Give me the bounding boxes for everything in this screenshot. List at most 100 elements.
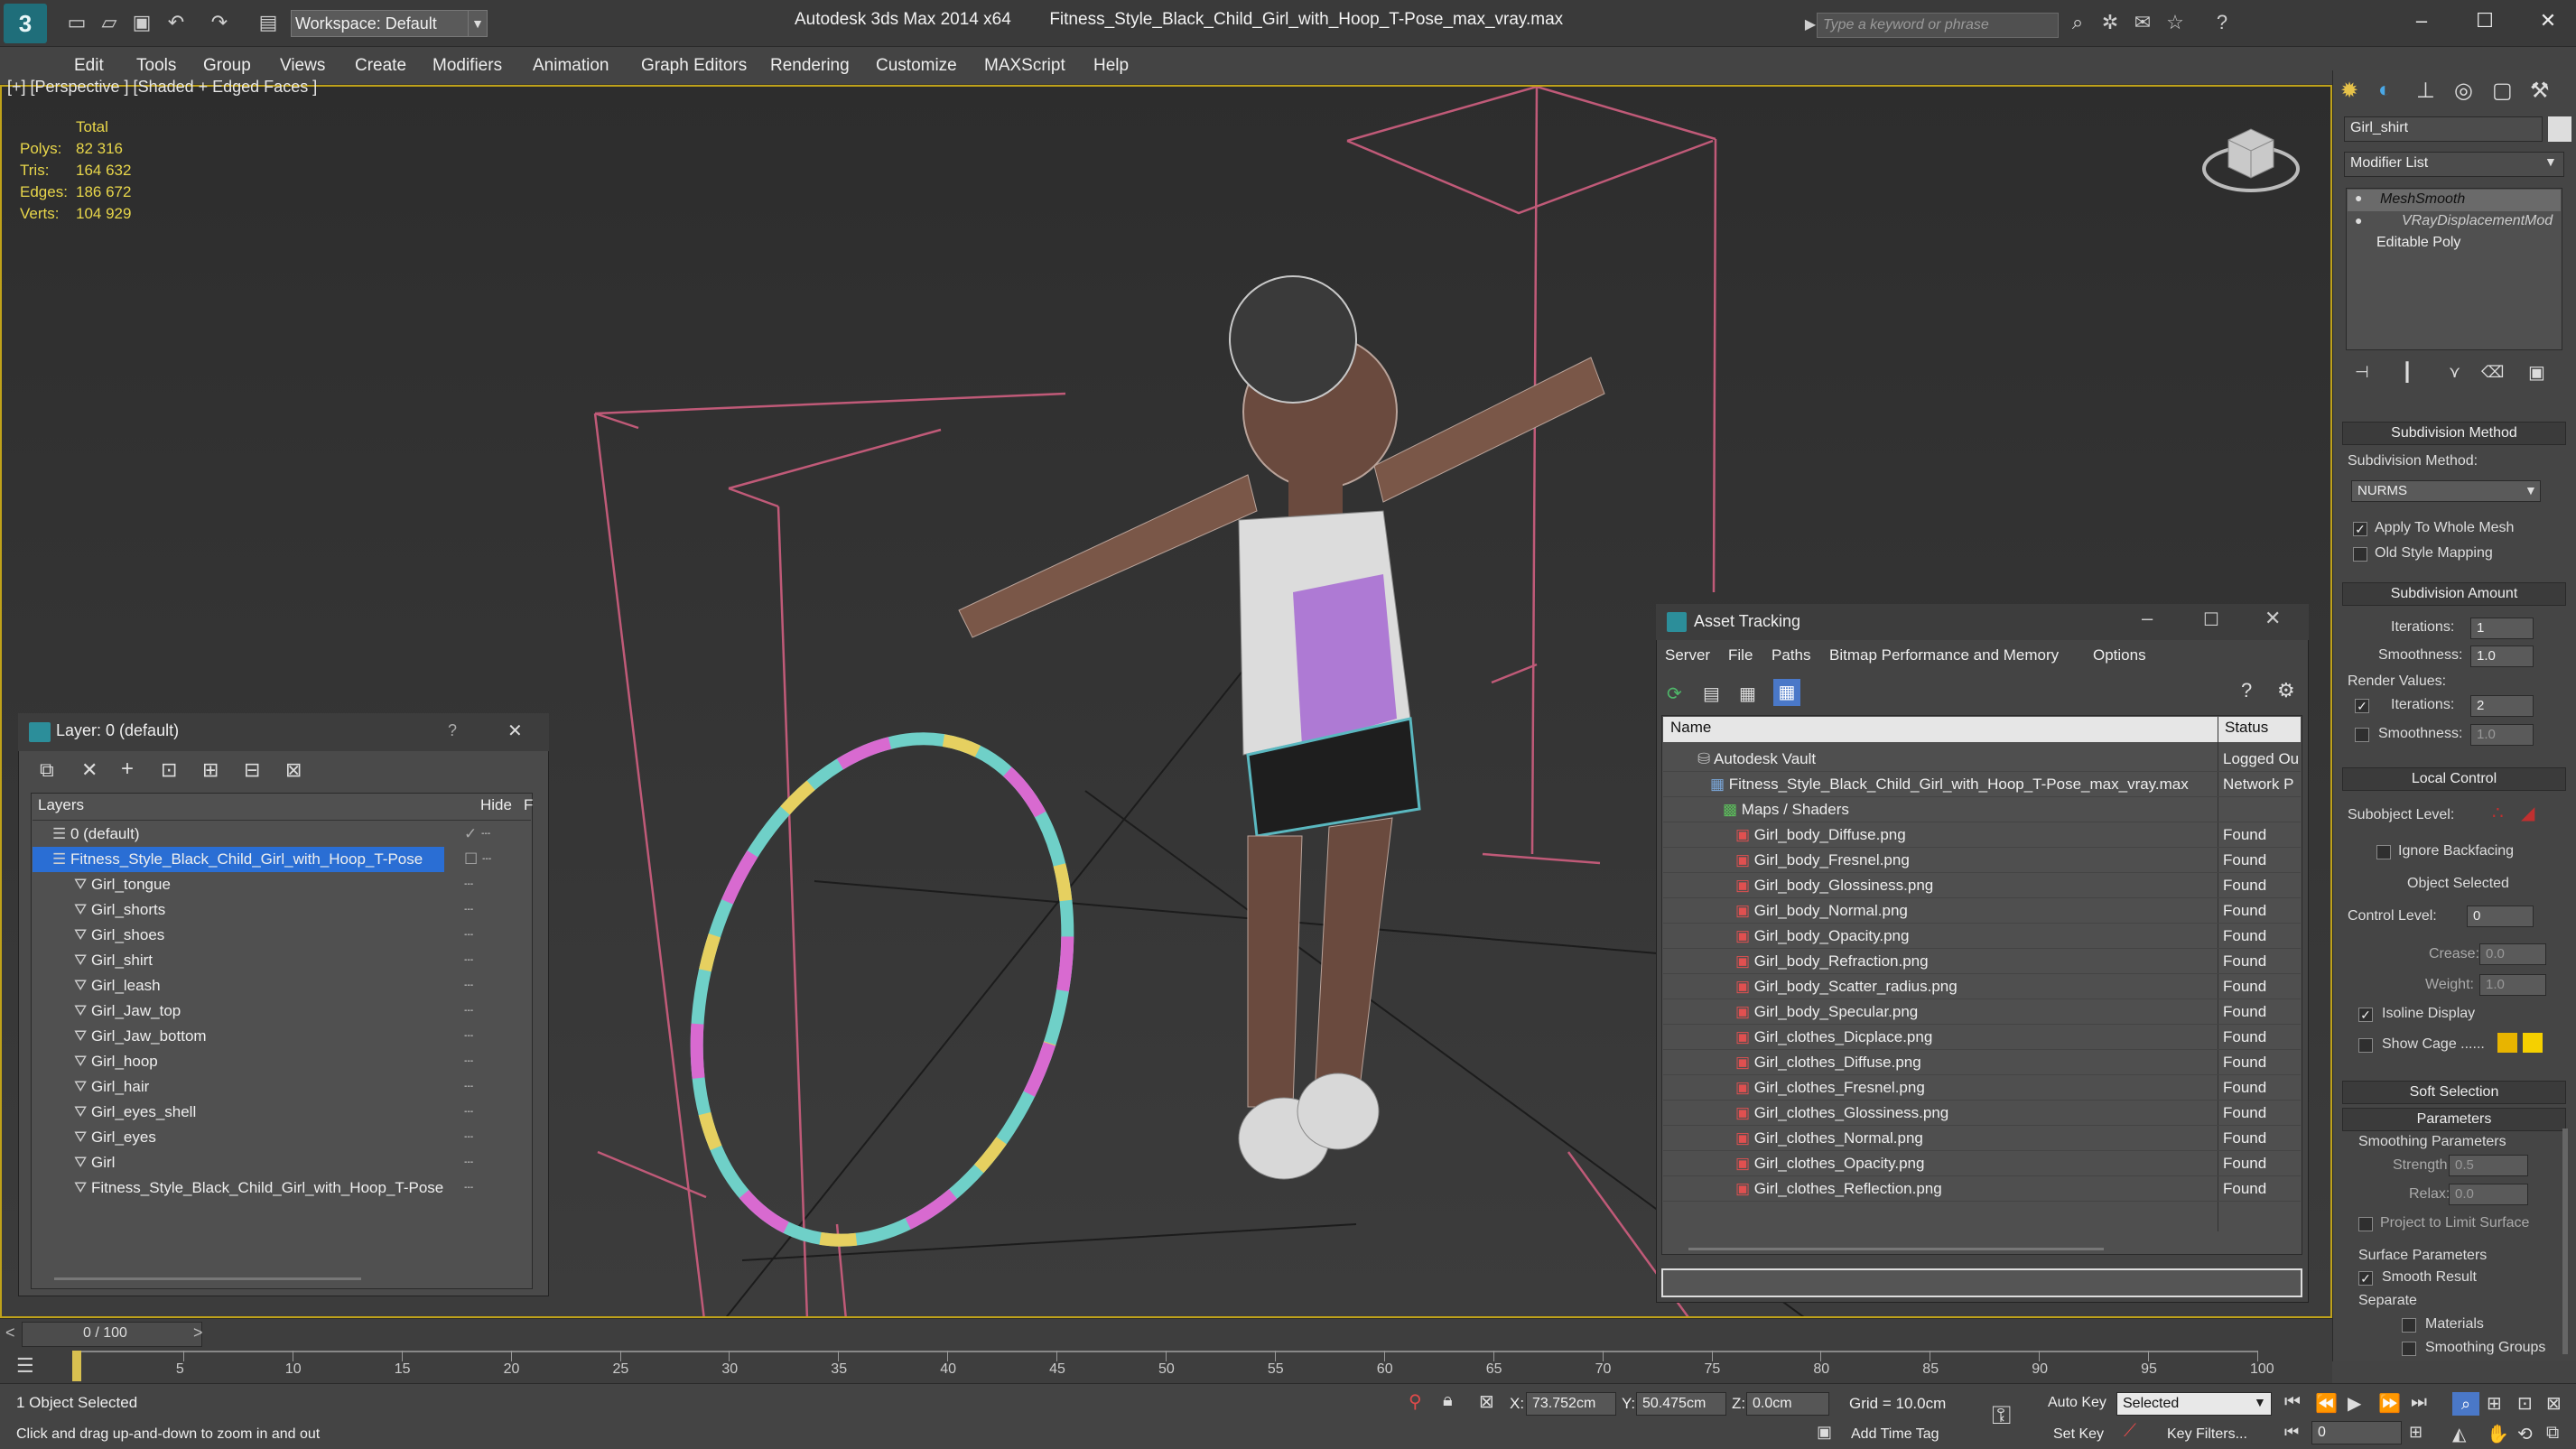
- asset-row[interactable]: ▣ Girl_body_Specular.png Found: [1663, 999, 2301, 1025]
- asset-menu-paths[interactable]: Paths: [1772, 646, 1810, 664]
- next-frame-icon[interactable]: ⏩: [2378, 1392, 2401, 1415]
- stack-item-editable-poly[interactable]: Editable Poly: [2376, 235, 2460, 251]
- add-time-tag-button[interactable]: Add Time Tag: [1851, 1426, 1939, 1443]
- display-tab-icon[interactable]: ▢: [2492, 78, 2513, 104]
- asset-menu-bitmap[interactable]: Bitmap Performance and Memory: [1829, 646, 2059, 664]
- set-key-button[interactable]: Set Key: [2053, 1426, 2104, 1443]
- chevron-down-icon[interactable]: ▼: [468, 10, 488, 37]
- asset-row[interactable]: ⛁ Autodesk Vault Logged Ou: [1663, 747, 2301, 772]
- key-mode-dropdown[interactable]: Selected: [2116, 1392, 2272, 1416]
- project-limit-surface-checkbox[interactable]: [2358, 1217, 2373, 1231]
- smooth-result-checkbox[interactable]: ✓: [2358, 1271, 2373, 1286]
- grid-view-icon[interactable]: ▦: [1773, 679, 1800, 706]
- layer-row[interactable]: ⛛ Girl_shoes ┄: [33, 923, 531, 948]
- set-key-icon[interactable]: ⟋: [2124, 1421, 2136, 1442]
- freeze-column-header[interactable]: F: [524, 796, 533, 814]
- viewport-label[interactable]: [+] [Perspective ] [Shaded + Edged Faces…: [7, 78, 317, 97]
- asset-row[interactable]: ▣ Girl_body_Diffuse.png Found: [1663, 822, 2301, 848]
- lock-selection-icon[interactable]: 🔒︎: [1443, 1390, 1453, 1411]
- workspace-dropdown[interactable]: Workspace: Default: [291, 10, 471, 37]
- add-to-layer-icon[interactable]: +: [121, 757, 134, 782]
- show-cage-checkbox[interactable]: [2358, 1038, 2373, 1053]
- asset-menu-file[interactable]: File: [1728, 646, 1753, 664]
- list-view-icon[interactable]: ▤: [1703, 683, 1720, 705]
- layers-column-header[interactable]: Layers: [38, 796, 84, 814]
- menu-help[interactable]: Help: [1093, 47, 1129, 85]
- asset-row[interactable]: ▣ Girl_body_Scatter_radius.png Found: [1663, 974, 2301, 999]
- asset-row[interactable]: ▣ Girl_clothes_Glossiness.png Found: [1663, 1101, 2301, 1126]
- menu-maxscript[interactable]: MAXScript: [984, 47, 1065, 85]
- iterations-spinner[interactable]: 1: [2470, 618, 2534, 639]
- time-slider-prev-icon[interactable]: <: [5, 1324, 15, 1342]
- asset-row[interactable]: ▣ Girl_clothes_Reflection.png Found: [1663, 1176, 2301, 1202]
- asset-row[interactable]: ▣ Girl_clothes_Opacity.png Found: [1663, 1151, 2301, 1176]
- asset-row[interactable]: ▣ Girl_clothes_Dicplace.png Found: [1663, 1025, 2301, 1050]
- goto-end-icon[interactable]: ⏭: [2411, 1392, 2427, 1413]
- rollout-local-control[interactable]: Local Control: [2342, 767, 2566, 791]
- asset-scrollbar[interactable]: [1688, 1248, 2104, 1250]
- show-end-result-icon[interactable]: ┃: [2402, 361, 2413, 384]
- asset-minimize-icon[interactable]: –: [2142, 607, 2153, 630]
- asset-row[interactable]: ▩ Maps / Shaders: [1663, 797, 2301, 822]
- x-coordinate-field[interactable]: 73.752cm: [1526, 1392, 1616, 1416]
- asset-row[interactable]: ▣ Girl_body_Fresnel.png Found: [1663, 848, 2301, 873]
- vertex-subobject-icon[interactable]: ∴: [2492, 802, 2504, 824]
- layer-hide-toggle[interactable]: ┄: [464, 923, 473, 948]
- search-input[interactable]: Type a keyword or phrase: [1817, 13, 2059, 38]
- layer-hide-toggle[interactable]: ┄: [464, 897, 473, 923]
- z-coordinate-field[interactable]: 0.0cm: [1746, 1392, 1829, 1416]
- layer-row[interactable]: ⛛ Girl_Jaw_top ┄: [33, 999, 531, 1024]
- key-mode-toggle-icon[interactable]: ⏮: [2284, 1423, 2299, 1442]
- table-view-icon[interactable]: ▦: [1739, 683, 1756, 705]
- apply-whole-mesh-checkbox[interactable]: ✓: [2353, 522, 2367, 536]
- asset-close-icon[interactable]: ✕: [2264, 607, 2281, 630]
- asset-name-column-header[interactable]: Name: [1670, 719, 1711, 737]
- delete-layer-icon[interactable]: ✕: [81, 758, 98, 782]
- layer-row[interactable]: ⛛ Girl_hair ┄: [33, 1074, 531, 1100]
- layer-close-icon[interactable]: ✕: [507, 720, 523, 742]
- asset-path-field[interactable]: [1661, 1268, 2302, 1297]
- time-marker[interactable]: [72, 1351, 81, 1381]
- ignore-backfacing-checkbox[interactable]: [2376, 845, 2391, 859]
- asset-row[interactable]: ▣ Girl_clothes_Diffuse.png Found: [1663, 1050, 2301, 1075]
- layer-hide-toggle[interactable]: ┄: [464, 999, 473, 1024]
- isolate-selection-icon[interactable]: ⚲: [1409, 1390, 1422, 1413]
- asset-row[interactable]: ▣ Girl_clothes_Normal.png Found: [1663, 1126, 2301, 1151]
- app-logo-icon[interactable]: 3: [4, 4, 47, 43]
- menu-graph-editors[interactable]: Graph Editors: [641, 47, 747, 85]
- layer-hide-toggle[interactable]: ┄: [464, 1049, 473, 1074]
- command-panel-scrollbar[interactable]: [2562, 1129, 2568, 1354]
- asset-settings-icon[interactable]: ⚙: [2277, 679, 2295, 702]
- close-icon[interactable]: ✕: [2530, 5, 2566, 36]
- rollout-parameters[interactable]: Parameters: [2342, 1108, 2566, 1131]
- chevron-down-icon[interactable]: ▼: [2525, 483, 2537, 497]
- layer-row[interactable]: ⛛ Girl_eyes ┄: [33, 1125, 531, 1150]
- asset-help-icon[interactable]: ?: [2241, 679, 2252, 702]
- layer-row[interactable]: ☰ 0 (default) ✓ ┄: [33, 822, 531, 847]
- strength-spinner[interactable]: 0.5: [2449, 1155, 2528, 1176]
- layer-row[interactable]: ⛛ Fitness_Style_Black_Child_Girl_with_Ho…: [33, 1175, 531, 1201]
- cage-color-1-swatch[interactable]: [2497, 1033, 2517, 1053]
- viewcube-icon[interactable]: [2201, 113, 2301, 199]
- layer-hide-toggle[interactable]: ┄: [464, 1024, 473, 1049]
- select-in-layer-icon[interactable]: ⊡: [161, 758, 177, 782]
- hide-all-layers-icon[interactable]: ⊟: [244, 758, 260, 782]
- asset-status-column-header[interactable]: Status: [2225, 719, 2268, 737]
- modify-tab-icon[interactable]: ◐: [2378, 78, 2392, 103]
- bulb-icon[interactable]: ●: [2355, 190, 2362, 205]
- stack-item-vraydisplacement[interactable]: VRayDisplacementMod: [2402, 213, 2553, 229]
- isoline-display-checkbox[interactable]: ✓: [2358, 1008, 2373, 1022]
- orbit-icon[interactable]: ⟲: [2517, 1423, 2533, 1445]
- subscription-icon[interactable]: ✲: [2098, 11, 2122, 34]
- open-file-icon[interactable]: ▱: [98, 11, 121, 34]
- crease-spinner[interactable]: 0.0: [2479, 943, 2546, 965]
- pan-icon[interactable]: ✋: [2487, 1423, 2509, 1445]
- pin-stack-icon[interactable]: ⊣: [2355, 363, 2369, 382]
- edge-subobject-icon[interactable]: ◢: [2521, 802, 2534, 824]
- control-level-spinner[interactable]: 0: [2467, 906, 2534, 927]
- layer-row[interactable]: ⛛ Girl_leash ┄: [33, 973, 531, 999]
- chevron-down-icon[interactable]: ▼: [2544, 154, 2557, 169]
- minimize-icon[interactable]: –: [2404, 5, 2440, 36]
- key-icon[interactable]: ⚿: [1992, 1401, 2011, 1431]
- auto-key-button[interactable]: Auto Key: [2048, 1395, 2106, 1411]
